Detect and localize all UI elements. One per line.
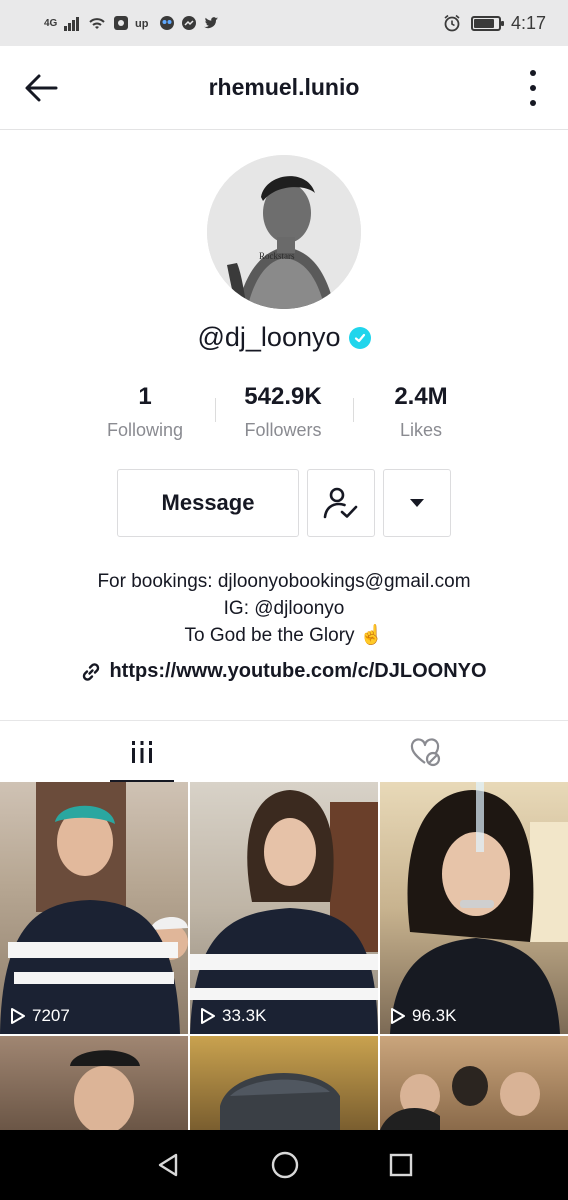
profile-stats: 1 Following 542.9K Followers 2.4M Likes xyxy=(76,380,492,450)
verified-badge-icon xyxy=(348,326,371,349)
owl-app-icon xyxy=(160,16,175,30)
video-tile[interactable]: 33.3K xyxy=(190,782,378,1034)
video-thumbnail xyxy=(380,1066,540,1130)
followers-count: 542.9K xyxy=(244,383,322,410)
nav-recents-icon[interactable] xyxy=(388,1152,414,1178)
profile-bio: For bookings: djloonyobookings@gmail.com… xyxy=(0,568,568,649)
network-type: 4G xyxy=(44,17,58,29)
play-outline-icon xyxy=(11,1008,25,1024)
bio-line: IG: @djloonyo xyxy=(223,598,345,619)
up-app-icon: up xyxy=(135,18,149,30)
following-label: Following xyxy=(106,420,184,440)
nav-back-icon[interactable] xyxy=(154,1151,182,1179)
top-app-bar: rhemuel.lunio xyxy=(0,46,568,130)
suggested-accounts-button[interactable] xyxy=(383,469,451,537)
stat-likes: 2.4M Likes xyxy=(352,380,490,450)
grid-bars-icon xyxy=(132,741,152,763)
battery-fill xyxy=(473,18,495,28)
tab-liked[interactable] xyxy=(284,721,568,783)
wifi-icon xyxy=(89,18,106,29)
followers-label: Followers xyxy=(244,420,322,440)
video-tile[interactable] xyxy=(0,1036,188,1130)
heart-hidden-icon xyxy=(410,738,441,767)
clock: 4:17 xyxy=(510,12,546,33)
profile-avatar[interactable]: Rockstars xyxy=(207,155,361,309)
video-thumbnail xyxy=(220,1073,340,1130)
tab-videos[interactable] xyxy=(0,721,284,783)
video-view-count: 7207 xyxy=(10,1006,70,1026)
video-view-count: 33.3K xyxy=(200,1006,266,1026)
following-status-button[interactable] xyxy=(307,469,375,537)
video-tile[interactable] xyxy=(380,1036,568,1130)
status-left: 4G up xyxy=(44,15,219,31)
stat-followers[interactable]: 542.9K Followers xyxy=(214,380,352,450)
username-text: @dj_loonyo xyxy=(197,322,341,352)
video-tile[interactable] xyxy=(190,1036,378,1130)
avatar-photo: Rockstars xyxy=(207,155,361,309)
view-count-text: 96.3K xyxy=(412,1006,457,1025)
signal-icon xyxy=(64,17,80,31)
svg-text:Rockstars: Rockstars xyxy=(259,251,295,261)
video-view-count: 96.3K xyxy=(390,1006,456,1026)
page-title: rhemuel.lunio xyxy=(208,74,360,100)
likes-label: Likes xyxy=(399,420,443,440)
video-thumbnail xyxy=(0,782,188,1034)
bio-line: To God be the Glory ☝️ xyxy=(184,625,384,646)
system-nav-bar xyxy=(0,1130,568,1200)
back-arrow-icon[interactable] xyxy=(22,71,60,105)
profile-link-text: https://www.youtube.com/c/DJLOONYO xyxy=(109,660,487,682)
play-outline-icon xyxy=(391,1008,405,1024)
stat-following[interactable]: 1 Following xyxy=(76,380,214,450)
caret-down-icon xyxy=(410,499,424,507)
video-tile[interactable]: 7207 xyxy=(0,782,188,1034)
status-right: 4:17 xyxy=(443,13,546,34)
view-count-text: 7207 xyxy=(32,1006,70,1025)
likes-count: 2.4M xyxy=(394,383,448,410)
stat-divider xyxy=(215,398,216,422)
video-thumbnail xyxy=(70,1050,140,1130)
video-thumbnail xyxy=(390,782,568,1034)
app-notification-icon xyxy=(114,16,129,30)
play-outline-icon xyxy=(201,1008,215,1024)
status-bar: 4G up 4:17 xyxy=(0,0,568,46)
chain-link-icon xyxy=(83,662,100,681)
stat-divider xyxy=(353,398,354,422)
message-button[interactable]: Message xyxy=(117,469,299,537)
video-thumbnail xyxy=(190,790,378,1034)
twitter-icon xyxy=(204,17,219,29)
video-grid: 7207 33.3K 96.3K xyxy=(0,782,568,1130)
bio-line: For bookings: djloonyobookings@gmail.com xyxy=(97,571,471,592)
video-tile[interactable]: 96.3K xyxy=(380,782,568,1034)
alarm-icon xyxy=(444,14,460,32)
svg-text:up: up xyxy=(135,18,149,30)
profile-link[interactable]: https://www.youtube.com/c/DJLOONYO xyxy=(0,660,568,683)
view-count-text: 33.3K xyxy=(222,1006,267,1025)
profile-tabs xyxy=(0,720,568,783)
nav-home-icon[interactable] xyxy=(270,1150,300,1180)
more-options-icon[interactable] xyxy=(526,70,540,106)
following-count: 1 xyxy=(138,383,152,410)
battery-icon xyxy=(470,15,504,31)
profile-username: @dj_loonyo xyxy=(0,322,568,353)
messenger-icon xyxy=(182,16,197,30)
user-check-icon xyxy=(323,487,358,519)
